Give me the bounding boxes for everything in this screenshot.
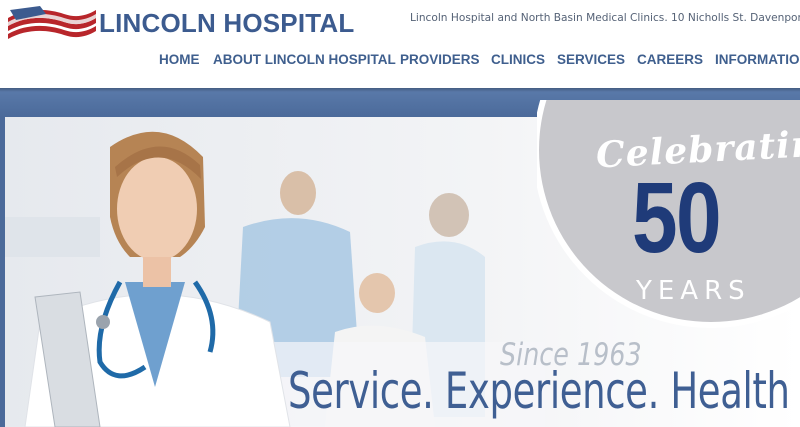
flag-stripes-logo-icon[interactable] — [6, 4, 98, 44]
nav-information[interactable]: INFORMATION — [715, 52, 800, 67]
hero-tagline: Service. Experience. Health — [288, 362, 790, 420]
band-shadow — [0, 88, 800, 92]
nav-clinics[interactable]: CLINICS — [491, 52, 545, 67]
nav-home[interactable]: HOME — [159, 52, 200, 67]
nav-services[interactable]: SERVICES — [557, 52, 625, 67]
main-nav: HOME ABOUT LINCOLN HOSPITAL PROVIDERS CL… — [0, 52, 800, 72]
badge-number: 50 — [632, 162, 722, 274]
site-header: LINCOLN HOSPITAL Lincoln Hospital and No… — [0, 0, 800, 88]
badge-years-text: YEARS — [636, 276, 751, 306]
nav-careers[interactable]: CAREERS — [637, 52, 703, 67]
nav-providers[interactable]: PROVIDERS — [400, 52, 480, 67]
brand-name[interactable]: LINCOLN HOSPITAL — [99, 8, 354, 39]
nav-about[interactable]: ABOUT LINCOLN HOSPITAL — [213, 52, 396, 67]
header-address: Lincoln Hospital and North Basin Medical… — [410, 12, 800, 24]
